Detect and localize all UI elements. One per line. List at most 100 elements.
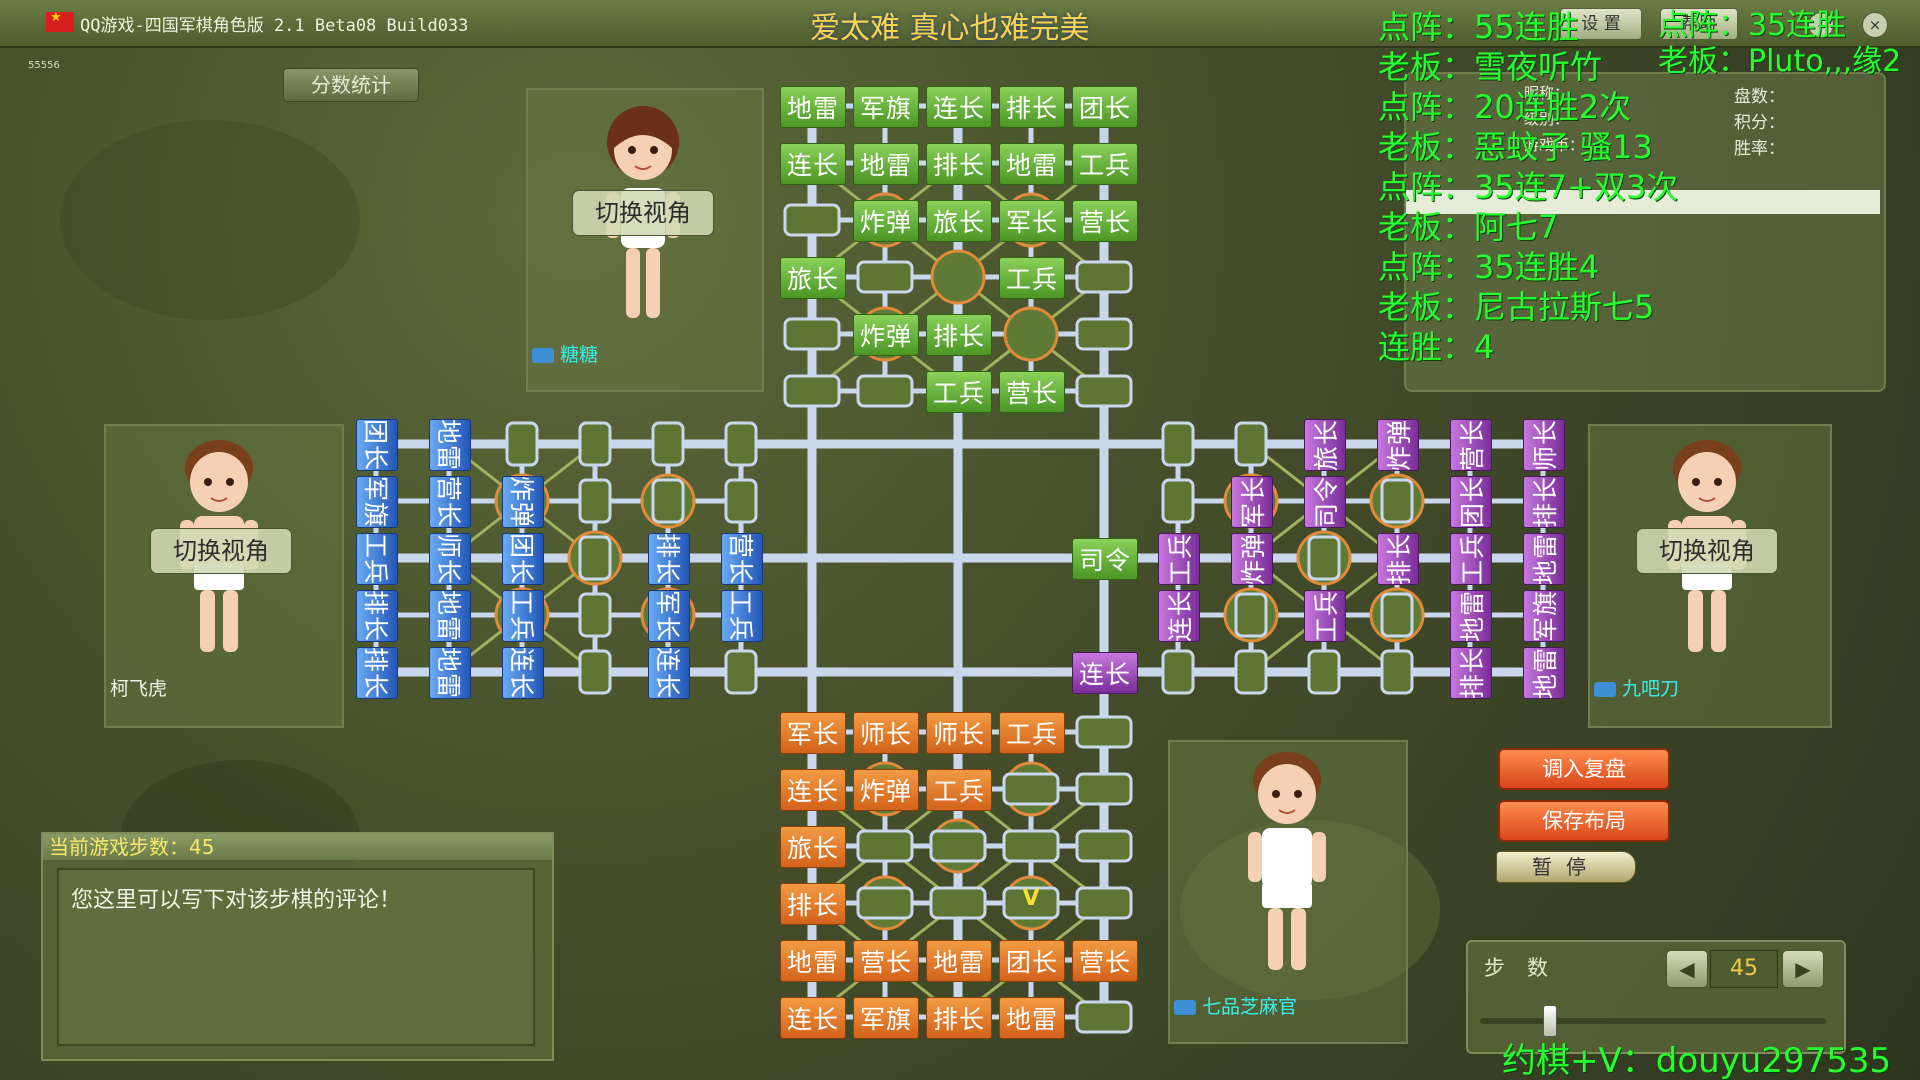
board-piece[interactable]: 军长 — [780, 712, 846, 754]
camp-circle[interactable] — [930, 249, 986, 305]
empty-slot[interactable] — [929, 829, 987, 863]
board-piece[interactable]: 地雷 — [1450, 590, 1492, 642]
board-piece[interactable]: 军长 — [999, 200, 1065, 242]
board-piece[interactable]: 炸弹 — [1377, 419, 1419, 471]
empty-slot[interactable] — [578, 421, 612, 467]
board-piece[interactable]: 工兵 — [999, 712, 1065, 754]
board-piece[interactable]: 炸弹 — [502, 476, 544, 528]
empty-slot[interactable] — [724, 478, 758, 524]
empty-slot[interactable] — [1075, 715, 1133, 749]
empty-slot[interactable] — [1307, 535, 1341, 581]
board-piece[interactable]: 师长 — [926, 712, 992, 754]
board-piece[interactable]: 地雷 — [780, 86, 846, 128]
board-piece[interactable]: 地雷 — [999, 997, 1065, 1039]
board-piece[interactable]: 工兵 — [1072, 143, 1138, 185]
board-piece[interactable]: 旅长 — [926, 200, 992, 242]
empty-slot[interactable] — [724, 421, 758, 467]
empty-slot[interactable] — [1002, 772, 1060, 806]
board-piece[interactable]: 地雷 — [429, 419, 471, 471]
board-piece[interactable]: 师长 — [429, 533, 471, 585]
board-piece[interactable]: 排长 — [356, 647, 398, 699]
board-piece[interactable]: 地雷 — [1523, 533, 1565, 585]
empty-slot[interactable] — [783, 203, 841, 237]
board-piece[interactable]: 营长 — [429, 476, 471, 528]
empty-slot[interactable] — [1380, 649, 1414, 695]
next-step-button[interactable]: ▶ — [1782, 950, 1824, 988]
board-piece[interactable]: 司令 — [1304, 476, 1346, 528]
empty-slot[interactable] — [1161, 421, 1195, 467]
board-piece[interactable]: 旅长 — [780, 826, 846, 868]
board-piece[interactable]: 军长 — [1231, 476, 1273, 528]
board-piece[interactable]: 炸弹 — [1231, 533, 1273, 585]
step-slider-track[interactable] — [1480, 1018, 1826, 1024]
empty-slot[interactable] — [1380, 592, 1414, 638]
empty-slot[interactable] — [724, 649, 758, 695]
board-piece[interactable]: 地雷 — [429, 590, 471, 642]
board-piece[interactable]: 军旗 — [853, 86, 919, 128]
board-piece[interactable]: 排长 — [1523, 476, 1565, 528]
save-layout-button[interactable]: 保存布局 — [1498, 800, 1670, 842]
board-piece[interactable]: 炸弹 — [853, 769, 919, 811]
board-piece[interactable]: 连长 — [1158, 590, 1200, 642]
empty-slot[interactable] — [783, 317, 841, 351]
board-piece[interactable]: 排长 — [926, 314, 992, 356]
pause-button[interactable]: 暂停 — [1496, 851, 1636, 883]
prev-step-button[interactable]: ◀ — [1666, 950, 1708, 988]
empty-slot[interactable] — [1002, 829, 1060, 863]
board-piece[interactable]: 军旗 — [853, 997, 919, 1039]
empty-slot[interactable] — [1075, 886, 1133, 920]
empty-slot[interactable] — [856, 374, 914, 408]
board-piece[interactable]: 排长 — [926, 997, 992, 1039]
board-piece[interactable]: 营长 — [1072, 200, 1138, 242]
board-piece[interactable]: 旅长 — [1304, 419, 1346, 471]
board-piece[interactable]: 工兵 — [926, 371, 992, 413]
empty-slot[interactable] — [578, 478, 612, 524]
board-piece[interactable]: 地雷 — [1523, 647, 1565, 699]
board-piece[interactable]: 排长 — [926, 143, 992, 185]
board-piece[interactable]: 连长 — [780, 997, 846, 1039]
empty-slot[interactable] — [1234, 421, 1268, 467]
board-piece[interactable]: 连长 — [780, 769, 846, 811]
board-piece[interactable]: 排长 — [999, 86, 1065, 128]
board-piece[interactable]: 营长 — [1072, 940, 1138, 982]
load-replay-button[interactable]: 调入复盘 — [1498, 748, 1670, 790]
empty-slot[interactable] — [1161, 478, 1195, 524]
board-piece[interactable]: 排长 — [356, 590, 398, 642]
board-piece[interactable]: 地雷 — [780, 940, 846, 982]
board-piece[interactable]: 排长 — [1450, 647, 1492, 699]
board-piece[interactable]: 军长 — [648, 590, 690, 642]
board-piece[interactable]: 地雷 — [853, 143, 919, 185]
empty-slot[interactable] — [856, 829, 914, 863]
board-piece[interactable]: 团长 — [999, 940, 1065, 982]
empty-slot[interactable] — [651, 478, 685, 524]
camp-circle[interactable] — [1003, 306, 1059, 362]
board-piece[interactable]: 排长 — [648, 533, 690, 585]
board-piece[interactable]: 连长 — [1072, 652, 1138, 694]
empty-slot[interactable] — [651, 421, 685, 467]
board-piece[interactable]: 地雷 — [926, 940, 992, 982]
empty-slot[interactable] — [578, 592, 612, 638]
board-piece[interactable]: 团长 — [1450, 476, 1492, 528]
empty-slot[interactable] — [1075, 317, 1133, 351]
board-piece[interactable]: 排长 — [780, 883, 846, 925]
empty-slot[interactable] — [1075, 260, 1133, 294]
empty-slot[interactable] — [929, 886, 987, 920]
board-piece[interactable]: 师长 — [853, 712, 919, 754]
board-piece[interactable]: 连长 — [780, 143, 846, 185]
empty-slot[interactable] — [856, 260, 914, 294]
board-piece[interactable]: 营长 — [1450, 419, 1492, 471]
board-piece[interactable]: 团长 — [502, 533, 544, 585]
step-number-field[interactable]: 45 — [1710, 950, 1778, 988]
empty-slot[interactable] — [578, 535, 612, 581]
board-piece[interactable]: 工兵 — [1304, 590, 1346, 642]
empty-slot[interactable] — [1161, 649, 1195, 695]
empty-slot[interactable] — [1075, 374, 1133, 408]
board-piece[interactable]: 工兵 — [926, 769, 992, 811]
empty-slot[interactable] — [1075, 829, 1133, 863]
board-piece[interactable]: 工兵 — [1450, 533, 1492, 585]
board-piece[interactable]: 工兵 — [502, 590, 544, 642]
board-piece[interactable]: 工兵 — [356, 533, 398, 585]
comment-input[interactable]: 您这里可以写下对该步棋的评论！ — [57, 868, 535, 1046]
empty-slot[interactable] — [856, 886, 914, 920]
board-piece[interactable]: 司令 — [1072, 538, 1138, 580]
